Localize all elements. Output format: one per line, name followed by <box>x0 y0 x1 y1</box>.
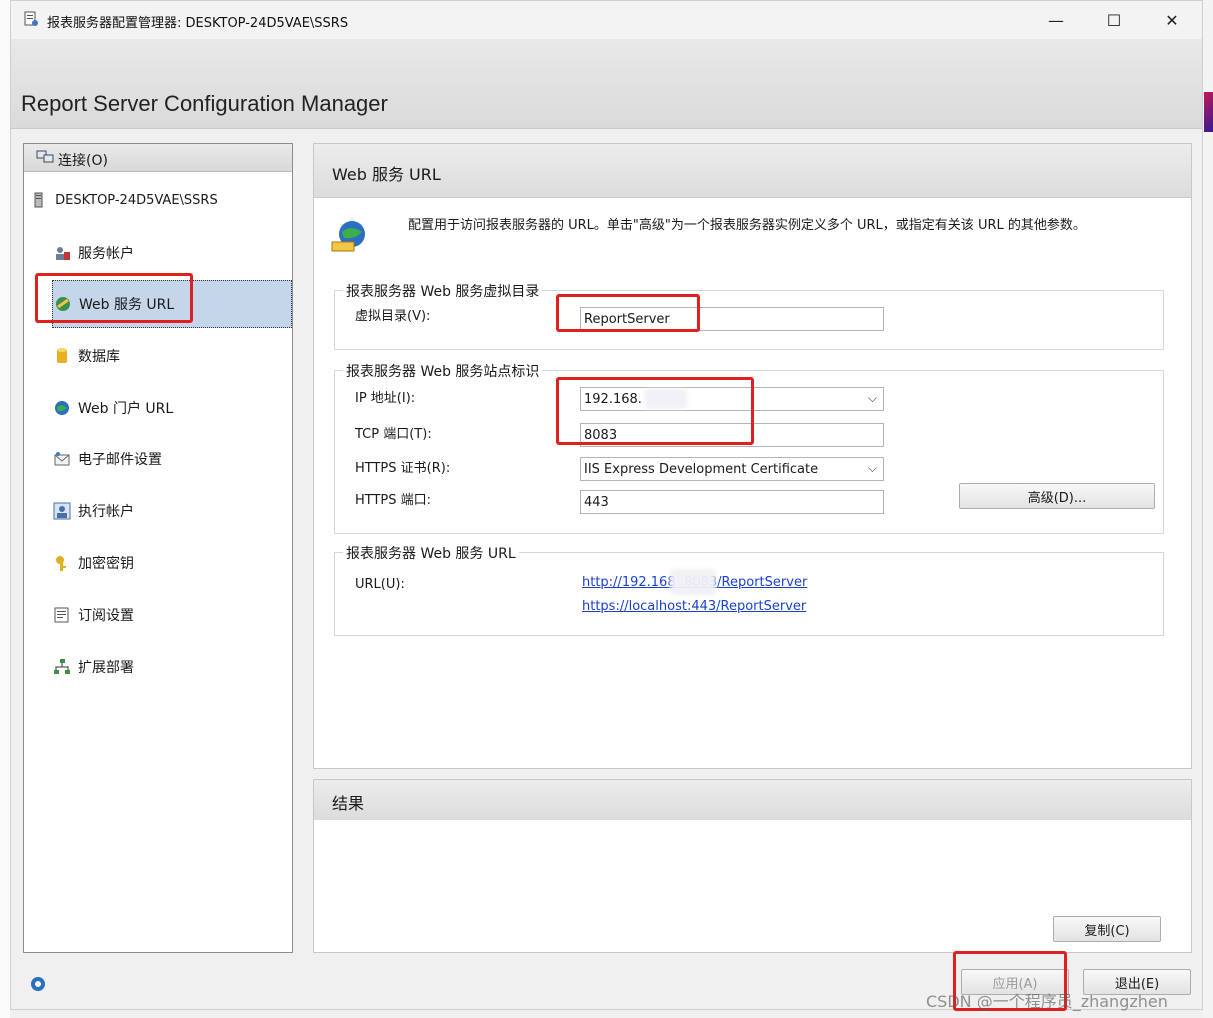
nav-panel: 连接(O) DESKTOP-24D5VAE\SSRS 服务帐户 Web 服务 U… <box>23 143 293 953</box>
key-icon <box>52 553 72 573</box>
https-certificate-label: HTTPS 证书(R): <box>355 461 451 476</box>
nav-item-scale-out-deployment[interactable]: 扩展部署 <box>52 643 290 691</box>
background-desktop-left <box>0 0 10 1018</box>
nav-item-execution-account[interactable]: 执行帐户 <box>52 487 290 535</box>
nav-item-web-portal-url[interactable]: Web 门户 URL <box>52 384 290 432</box>
group-legend: 报表服务器 Web 服务 URL <box>343 543 519 563</box>
database-icon <box>52 346 72 366</box>
maximize-button[interactable]: ☐ <box>1085 1 1143 39</box>
results-title: 结果 <box>332 794 365 813</box>
connect-button[interactable]: 连接(O) <box>24 144 292 172</box>
background-desktop-right <box>1203 0 1213 1018</box>
https-certificate-value: IIS Express Development Certificate <box>584 462 819 477</box>
server-node[interactable]: DESKTOP-24D5VAE\SSRS <box>34 192 218 208</box>
web-service-url-group: 报表服务器 Web 服务 URL URL(U): http://192.168 … <box>334 543 1164 636</box>
app-header: Report Server Configuration Manager <box>11 39 1202 129</box>
panel-title: Web 服务 URL <box>332 165 441 184</box>
nav-item-email-settings[interactable]: 电子邮件设置 <box>52 435 290 483</box>
panel-header: Web 服务 URL <box>314 144 1191 198</box>
results-header: 结果 <box>314 780 1191 820</box>
results-panel: 结果 复制(C) <box>313 779 1192 953</box>
user-icon <box>52 501 72 521</box>
minimize-button[interactable]: — <box>1027 1 1085 39</box>
ip-address-value: 192.168. <box>584 392 642 407</box>
virtual-directory-label: 虚拟目录(V): <box>355 309 431 324</box>
group-legend: 报表服务器 Web 服务虚拟目录 <box>343 281 543 301</box>
https-certificate-select[interactable]: IIS Express Development Certificate ⌵ <box>580 457 884 481</box>
nav-item-label: Web 门户 URL <box>78 401 174 417</box>
nav-item-label: 执行帐户 <box>78 504 134 520</box>
web-service-url-link-2[interactable]: https://localhost:443/ReportServer <box>582 599 806 614</box>
server-name: DESKTOP-24D5VAE\SSRS <box>55 192 218 208</box>
background-thumbnail <box>1204 92 1213 132</box>
https-port-label: HTTPS 端口: <box>355 493 432 508</box>
server-icon <box>34 192 43 208</box>
virtual-directory-group: 报表服务器 Web 服务虚拟目录 虚拟目录(V): ReportServer <box>334 281 1164 350</box>
nav-item-service-account[interactable]: 服务帐户 <box>52 229 290 277</box>
nav-item-subscription-settings[interactable]: 订阅设置 <box>52 591 290 639</box>
nav-item-label: 加密密钥 <box>78 556 134 572</box>
window-title: 报表服务器配置管理器: DESKTOP-24D5VAE\SSRS <box>47 16 349 31</box>
watermark: CSDN @一个程序员_zhangzhen <box>926 992 1168 1011</box>
web-service-icon <box>53 294 73 314</box>
copy-button[interactable]: 复制(C) <box>1053 916 1161 942</box>
redaction-blur <box>670 569 716 595</box>
nav-item-label: 扩展部署 <box>78 660 134 676</box>
web-service-url-panel: Web 服务 URL 配置用于访问报表服务器的 URL。单击"高级"为一个报表服… <box>313 143 1192 769</box>
panel-description: 配置用于访问报表服务器的 URL。单击"高级"为一个报表服务器实例定义多个 UR… <box>408 218 1086 233</box>
connect-icon <box>36 150 54 163</box>
scale-out-icon <box>52 657 72 677</box>
nav-item-label: Web 服务 URL <box>79 297 175 313</box>
nav-item-database[interactable]: 数据库 <box>52 332 290 380</box>
title-bar: 报表服务器配置管理器: DESKTOP-24D5VAE\SSRS — ☐ ✕ <box>11 1 1202 39</box>
nav-item-label: 服务帐户 <box>78 246 134 262</box>
ip-address-label: IP 地址(I): <box>355 391 416 406</box>
chevron-down-icon: ⌵ <box>867 391 877 405</box>
virtual-directory-input[interactable]: ReportServer <box>580 307 884 331</box>
email-icon <box>52 449 72 469</box>
site-identification-group: 报表服务器 Web 服务站点标识 IP 地址(I): 192.168. ⌵ TC… <box>334 361 1164 534</box>
https-port-input[interactable]: 443 <box>580 490 884 514</box>
url-label: URL(U): <box>355 577 405 592</box>
nav-item-label: 订阅设置 <box>78 608 134 624</box>
tcp-port-label: TCP 端口(T): <box>355 427 432 442</box>
nav-item-label: 数据库 <box>78 349 120 365</box>
close-button[interactable]: ✕ <box>1143 1 1201 39</box>
web-service-globe-icon <box>331 221 365 252</box>
help-globe-icon[interactable] <box>29 975 47 993</box>
ip-address-select[interactable]: 192.168. ⌵ <box>580 387 884 411</box>
subscription-icon <box>52 605 72 625</box>
nav-item-web-service-url[interactable]: Web 服务 URL <box>52 280 292 328</box>
config-manager-window: 报表服务器配置管理器: DESKTOP-24D5VAE\SSRS — ☐ ✕ R… <box>10 0 1203 1011</box>
app-title: Report Server Configuration Manager <box>21 91 388 116</box>
nav-item-encryption-keys[interactable]: 加密密钥 <box>52 539 290 587</box>
group-legend: 报表服务器 Web 服务站点标识 <box>343 361 543 381</box>
service-account-icon <box>52 243 72 263</box>
globe-icon <box>52 398 72 418</box>
advanced-button[interactable]: 高级(D)... <box>959 483 1155 509</box>
app-icon <box>24 11 38 26</box>
chevron-down-icon: ⌵ <box>867 461 877 475</box>
tcp-port-input[interactable]: 8083 <box>580 423 884 447</box>
redaction-blur <box>645 389 687 409</box>
nav-item-label: 电子邮件设置 <box>78 452 162 468</box>
connect-label: 连接(O) <box>58 153 108 169</box>
